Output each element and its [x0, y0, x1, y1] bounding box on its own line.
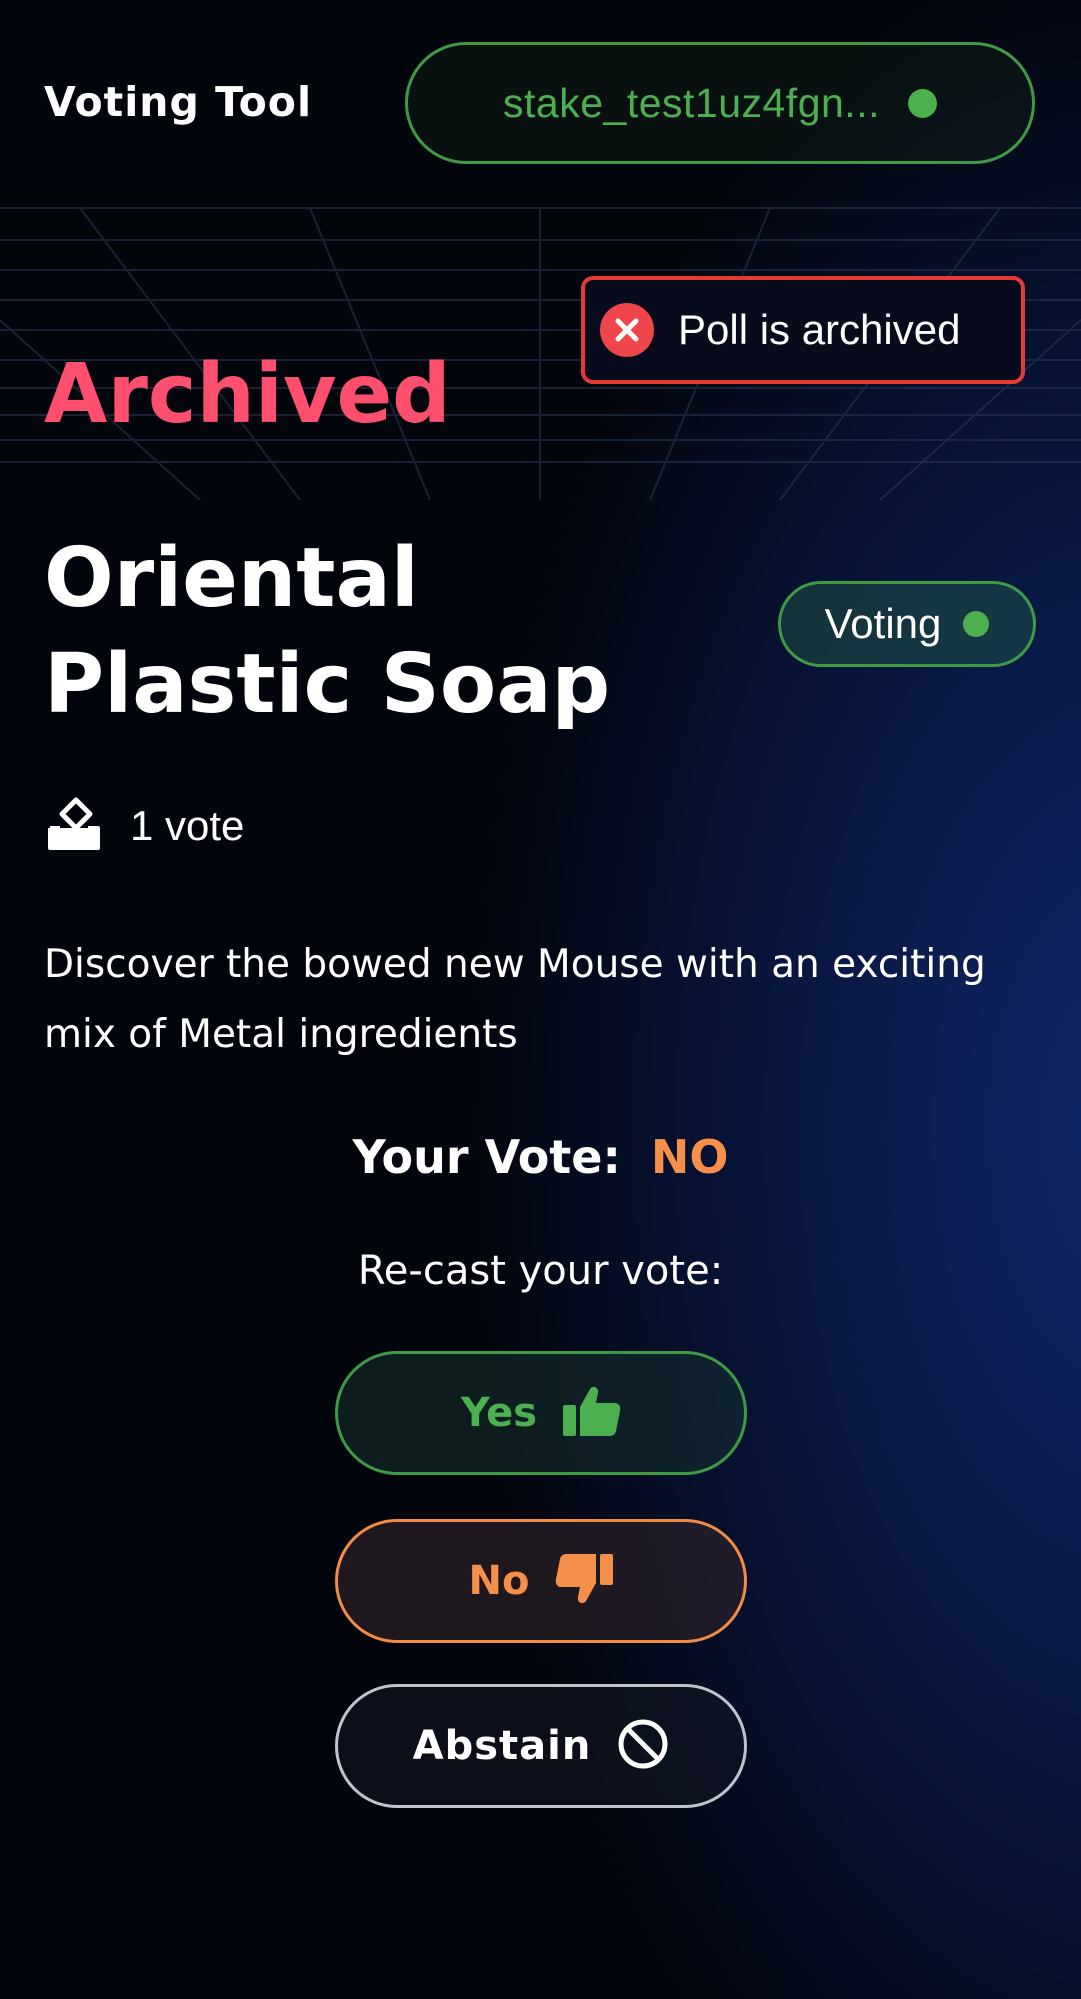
prohibited-icon: [617, 1718, 669, 1775]
toast-message: Poll is archived: [678, 306, 961, 353]
recast-prompt: Re-cast your vote:: [357, 1248, 724, 1294]
voting-page: Voting Tool stake_test1uz4fgn... Poll is…: [0, 0, 1081, 1999]
close-circle-icon: [600, 303, 654, 357]
voting-badge-label: Voting: [824, 600, 942, 647]
vote-yes-button[interactable]: Yes: [335, 1351, 747, 1475]
vote-count: 1 vote: [48, 796, 244, 855]
vote-count-label: 1 vote: [130, 801, 245, 849]
voting-status-badge: Voting: [778, 581, 1036, 667]
poll-title: Oriental Plastic Soap: [44, 531, 611, 732]
poll-status-heading: Archived: [44, 347, 451, 442]
thumbs-down-icon: [555, 1553, 614, 1610]
wallet-address: stake_test1uz4fgn...: [503, 79, 880, 126]
poll-description: Discover the bowed new Mouse with an exc…: [44, 942, 986, 1057]
vote-no-button[interactable]: No: [335, 1519, 747, 1643]
your-vote: Your Vote: NO: [0, 1130, 1081, 1184]
error-toast[interactable]: Poll is archived: [581, 276, 1025, 384]
app-title: Voting Tool: [44, 78, 313, 126]
vote-yes-label: Yes: [460, 1390, 538, 1436]
your-vote-value: NO: [650, 1130, 729, 1184]
wallet-connected-indicator: [907, 88, 937, 118]
vote-no-label: No: [468, 1558, 530, 1604]
vote-abstain-label: Abstain: [412, 1723, 592, 1769]
your-vote-label: Your Vote:: [352, 1130, 621, 1184]
vote-abstain-button[interactable]: Abstain: [335, 1684, 747, 1808]
ballot-icon: [48, 796, 100, 855]
wallet-button[interactable]: stake_test1uz4fgn...: [405, 42, 1035, 164]
voting-indicator-dot: [963, 611, 990, 637]
thumbs-up-icon: [563, 1385, 621, 1442]
